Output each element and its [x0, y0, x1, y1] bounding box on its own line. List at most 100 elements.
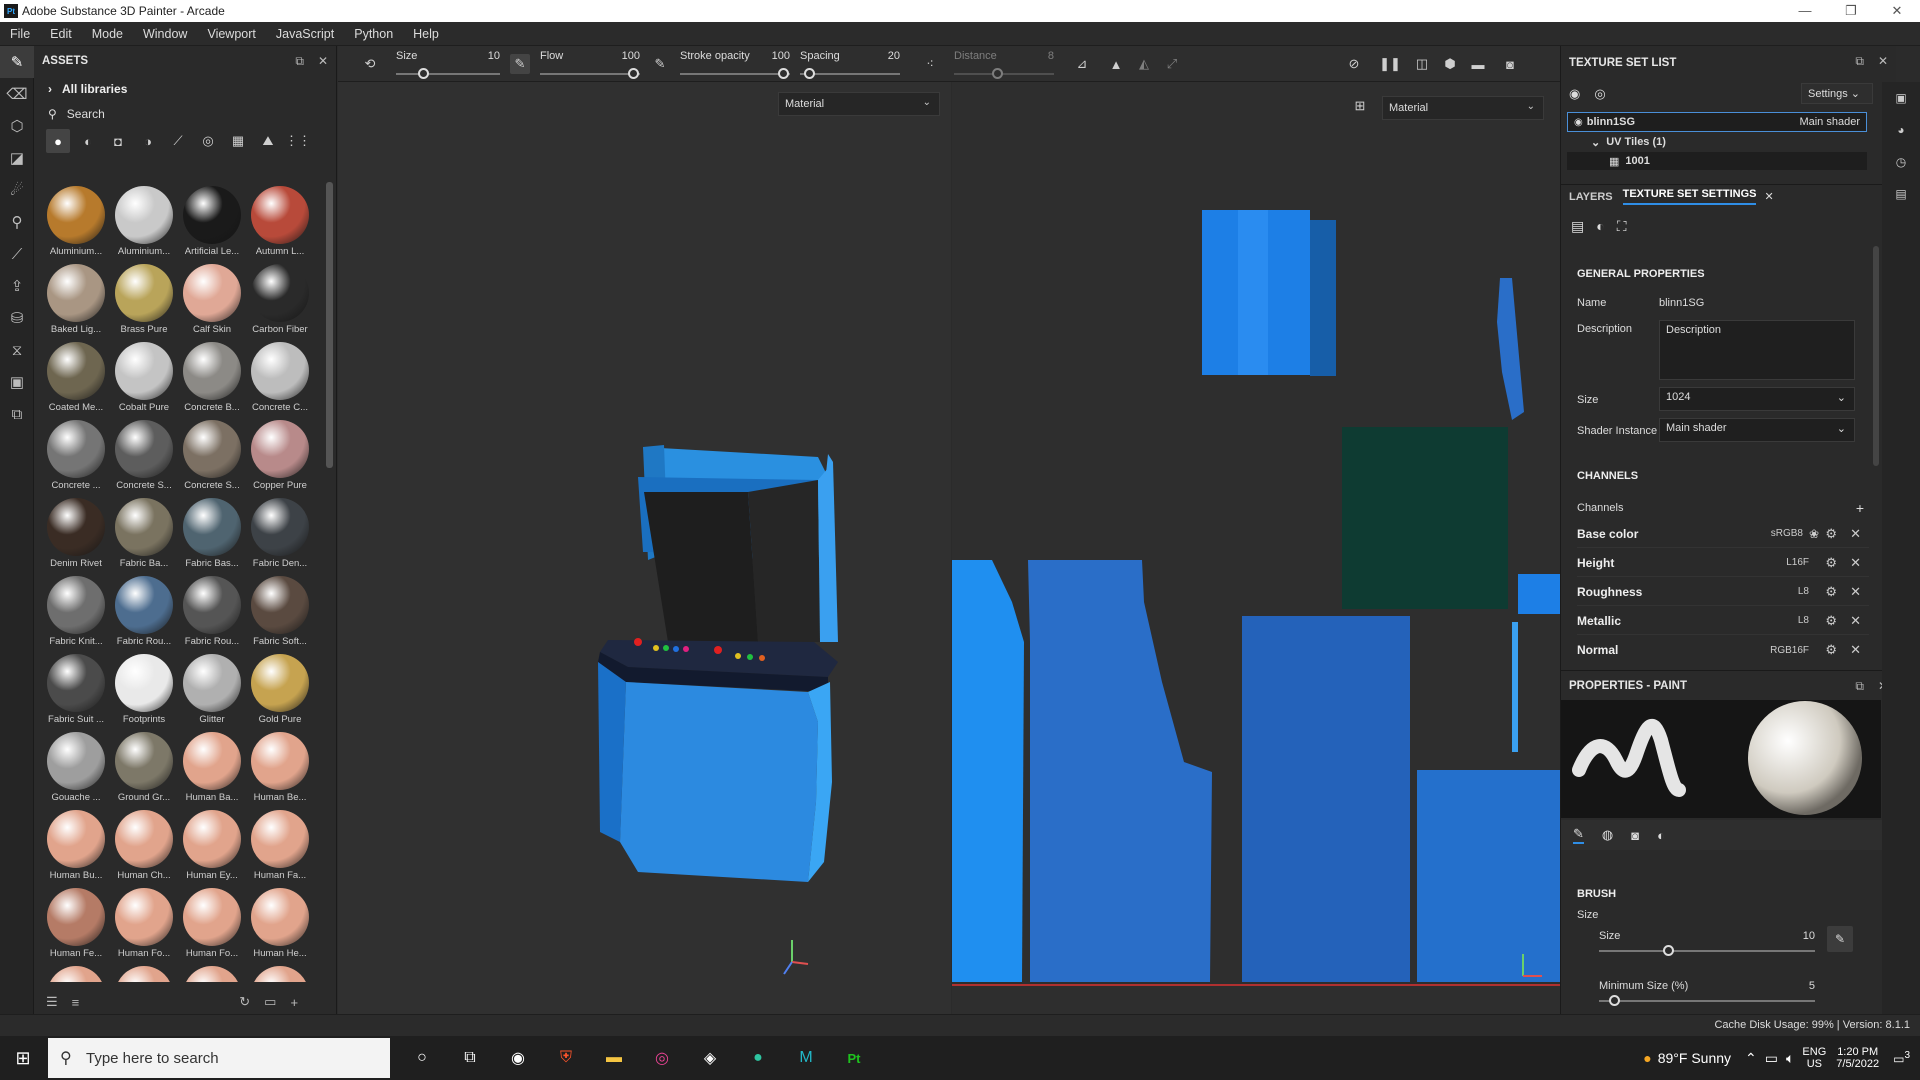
undock-icon[interactable]: ⧉ [1855, 54, 1864, 69]
menu-javascript[interactable]: JavaScript [266, 27, 344, 41]
remove-icon[interactable]: ✕ [1850, 613, 1861, 629]
volume-icon[interactable]: 🔈︎ [1786, 1050, 1794, 1067]
material-thumbnail[interactable]: Denim Rivet [42, 494, 110, 572]
environments-filter-icon[interactable]: ⛰ [256, 129, 280, 153]
textures-filter-icon[interactable]: ▦ [226, 129, 250, 153]
brush-size-slider[interactable]: Size 10 [1599, 930, 1815, 956]
alphas-filter-icon[interactable]: ◎ [196, 129, 220, 153]
material-thumbnail[interactable]: Fabric Den... [246, 494, 314, 572]
brave-browser-icon[interactable]: ⛨ [542, 1036, 590, 1080]
file-explorer-icon[interactable]: ▬ [590, 1036, 638, 1080]
menu-help[interactable]: Help [403, 27, 449, 41]
channel-row[interactable]: Roughness L8 ⚙ ✕ [1577, 578, 1869, 606]
restore-icon[interactable]: ❐ [1828, 0, 1874, 22]
network-icon[interactable]: ▭ [1765, 1050, 1778, 1067]
weather-text[interactable]: 89°F Sunny [1658, 1050, 1731, 1066]
color-profile-icon[interactable]: ❀ [1809, 527, 1819, 541]
material-thumbnail[interactable]: Calf Skin [178, 260, 246, 338]
unity-icon[interactable]: ◈ [686, 1036, 734, 1080]
material-thumbnail[interactable]: Fabric Bas... [178, 494, 246, 572]
shader-settings-icon[interactable]: ◕ [1882, 114, 1920, 146]
new-window-icon[interactable]: ▭ [264, 994, 276, 1010]
menu-file[interactable]: File [0, 27, 40, 41]
visibility-toggle-icon[interactable]: ◉ [1569, 86, 1580, 102]
spacing-slider[interactable]: Spacing 20 [800, 46, 900, 82]
material-thumbnail[interactable]: Fabric Rou... [110, 572, 178, 650]
screenshot-icon[interactable]: ◙ [1500, 54, 1520, 74]
flow-pressure-icon[interactable]: ✎ [650, 54, 670, 74]
material-thumbnail[interactable]: Aluminium... [42, 182, 110, 260]
material-thumbnail[interactable] [110, 962, 178, 982]
size-pressure-icon[interactable]: ✎ [1827, 926, 1853, 952]
eraser-icon[interactable]: ⌫ [0, 78, 34, 110]
material-thumbnail[interactable]: Brass Pure [110, 260, 178, 338]
undock-icon[interactable]: ⧉ [1855, 679, 1864, 694]
viewport-2d[interactable]: ⊞ Material ⌄ [952, 82, 1560, 1014]
channel-row[interactable]: Height L16F ⚙ ✕ [1577, 549, 1869, 577]
close-tab-icon[interactable]: ✕ [1764, 190, 1773, 203]
menu-window[interactable]: Window [133, 27, 197, 41]
creative-cloud-icon[interactable]: ◎ [638, 1036, 686, 1080]
material-thumbnail[interactable]: Coated Me... [42, 338, 110, 416]
material-thumbnail[interactable]: Human Ey... [178, 806, 246, 884]
undock-icon[interactable]: ⧉ [295, 54, 304, 69]
flow-slider[interactable]: Flow 100 [540, 46, 640, 82]
stroke-mode-icon[interactable]: ⁖ [920, 54, 940, 74]
menu-viewport[interactable]: Viewport [197, 27, 265, 41]
material-thumbnail[interactable]: Aluminium... [110, 182, 178, 260]
uv-crop-icon[interactable]: ⛶ [1617, 218, 1627, 235]
remove-icon[interactable]: ✕ [1850, 526, 1861, 542]
uv-tiles-row[interactable]: ⌄ UV Tiles (1) [1567, 133, 1867, 151]
brushes-filter-icon[interactable]: ⟋ [166, 129, 190, 153]
shader-icon[interactable]: ◐ [1596, 218, 1604, 234]
material-thumbnail[interactable]: Baked Lig... [42, 260, 110, 338]
tab-texture-set-settings[interactable]: TEXTURE SET SETTINGS [1622, 188, 1757, 205]
eye-icon[interactable]: ◉ [1574, 117, 1583, 128]
material-thumbnail[interactable]: Fabric Rou... [178, 572, 246, 650]
brush-tab-icon[interactable]: ✎ [1573, 826, 1584, 844]
materials-filter-icon[interactable]: ● [46, 129, 70, 153]
language-indicator[interactable]: ENG US [1802, 1046, 1826, 1070]
size-slider[interactable]: Size 10 [396, 46, 500, 82]
material-thumbnail[interactable]: Autumn L... [246, 182, 314, 260]
remove-icon[interactable]: ✕ [1850, 584, 1861, 600]
menu-mode[interactable]: Mode [82, 27, 133, 41]
add-channel-icon[interactable]: + [1856, 500, 1864, 516]
material-tab-icon[interactable]: ◐ [1657, 828, 1665, 843]
menu-edit[interactable]: Edit [40, 27, 82, 41]
stencil-tab-icon[interactable]: ◙ [1631, 828, 1639, 843]
uv-tile-row[interactable]: ▦ 1001 [1567, 152, 1867, 170]
clock[interactable]: 1:20 PM 7/5/2022 [1836, 1046, 1879, 1070]
refresh-icon[interactable]: ↻ [239, 994, 250, 1010]
name-value[interactable]: blinn1SG [1659, 297, 1704, 309]
display-settings-icon[interactable]: ▣ [0, 366, 34, 398]
maya-icon[interactable]: M [782, 1036, 830, 1080]
gear-icon[interactable]: ⚙ [1825, 526, 1837, 542]
history-icon[interactable]: ◷ [1882, 146, 1920, 178]
paint-brush-icon[interactable]: ✎ [0, 46, 34, 78]
viewport-3d[interactable]: Material ⌄ [338, 82, 951, 1014]
gear-icon[interactable]: ⚙ [1825, 642, 1837, 658]
close-icon[interactable]: ✕ [1878, 54, 1888, 68]
material-thumbnail[interactable]: Copper Pure [246, 416, 314, 494]
menu-python[interactable]: Python [344, 27, 403, 41]
projection-icon[interactable]: ⬡ [0, 110, 34, 142]
material-thumbnail[interactable]: Carbon Fiber [246, 260, 314, 338]
texture-set-row[interactable]: ◉ blinn1SG Main shader [1567, 112, 1867, 132]
cortana-icon[interactable]: ○ [398, 1036, 446, 1080]
material-thumbnail[interactable]: Human Fo... [178, 884, 246, 962]
material-thumbnail[interactable] [178, 962, 246, 982]
material-thumbnail[interactable]: Human Bu... [42, 806, 110, 884]
masks-filter-icon[interactable]: ◘ [106, 129, 130, 153]
material-thumbnail[interactable]: Artificial Le... [178, 182, 246, 260]
add-icon[interactable]: + [290, 995, 298, 1010]
sort-icon[interactable]: ≡ [72, 995, 80, 1010]
grid-view-icon[interactable]: ⋮⋮ [285, 129, 311, 153]
hide-ui-icon[interactable]: ⊘ [1344, 54, 1364, 74]
material-thumbnail[interactable]: Concrete S... [178, 416, 246, 494]
taskbar-search[interactable]: ⚲ Type here to search [48, 1038, 390, 1078]
task-view-icon[interactable]: ⧉ [446, 1036, 494, 1080]
material-thumbnail[interactable]: Human Fo... [110, 884, 178, 962]
material-thumbnail[interactable]: Human Ch... [110, 806, 178, 884]
material-thumbnail[interactable]: Human He... [246, 884, 314, 962]
